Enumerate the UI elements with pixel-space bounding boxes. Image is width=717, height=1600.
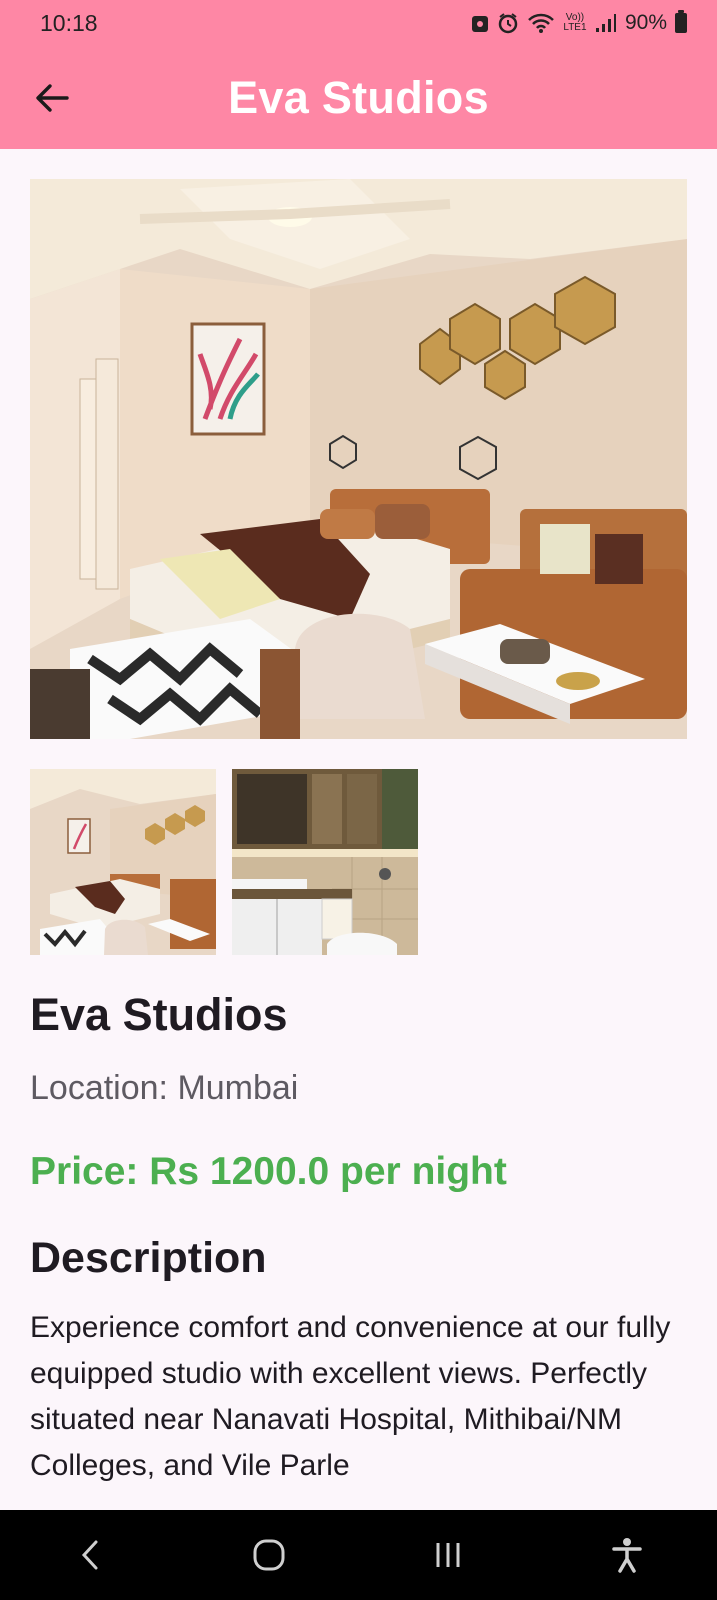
thumbnail-1[interactable] [30, 769, 216, 955]
main-property-image[interactable] [30, 179, 687, 739]
app-bar: Eva Studios [0, 46, 717, 149]
back-icon [81, 1540, 98, 1570]
wifi-icon [527, 12, 555, 34]
battery-icon [675, 10, 687, 33]
arrow-back-icon [36, 84, 69, 112]
app-title: Eva Studios [228, 71, 489, 123]
battery-percent: 90% [624, 11, 667, 34]
property-name: Eva Studios [30, 989, 288, 1040]
bedroom-studio-photo [30, 769, 216, 955]
lte-label: Vo)) LTE1 [563, 12, 587, 33]
notification-icon [471, 13, 489, 33]
nav-recents-button[interactable] [418, 1525, 478, 1585]
status-time: 10:18 [40, 9, 98, 36]
system-nav-bar [0, 1510, 717, 1600]
property-details: Eva Studios Location: Mumbai Price: Rs 1… [30, 989, 690, 1489]
recents-icon [436, 1543, 460, 1567]
alarm-icon [497, 12, 519, 34]
description-text: Experience comfort and convenience at ou… [30, 1311, 671, 1482]
description-heading: Description [30, 1234, 267, 1282]
home-icon [253, 1539, 285, 1571]
accessibility-icon [612, 1538, 643, 1573]
property-price: Price: Rs 1200.0 per night [30, 1150, 507, 1193]
nav-home-button[interactable] [239, 1525, 299, 1585]
bathroom-photo [232, 769, 418, 955]
thumbnail-2[interactable] [232, 769, 418, 955]
back-button[interactable] [22, 70, 82, 126]
nav-accessibility-button[interactable] [597, 1525, 657, 1585]
nav-back-button[interactable] [60, 1525, 120, 1585]
status-bar: 10:18 Vo)) LTE1 90% [0, 0, 717, 46]
bedroom-studio-photo [30, 179, 687, 739]
signal-icon [595, 13, 617, 33]
status-icons: Vo)) LTE1 90% [471, 10, 687, 35]
screen: 10:18 Vo)) LTE1 90% Eva Studios Eva Stud… [0, 0, 717, 1600]
property-location: Location: Mumbai [30, 1069, 299, 1107]
